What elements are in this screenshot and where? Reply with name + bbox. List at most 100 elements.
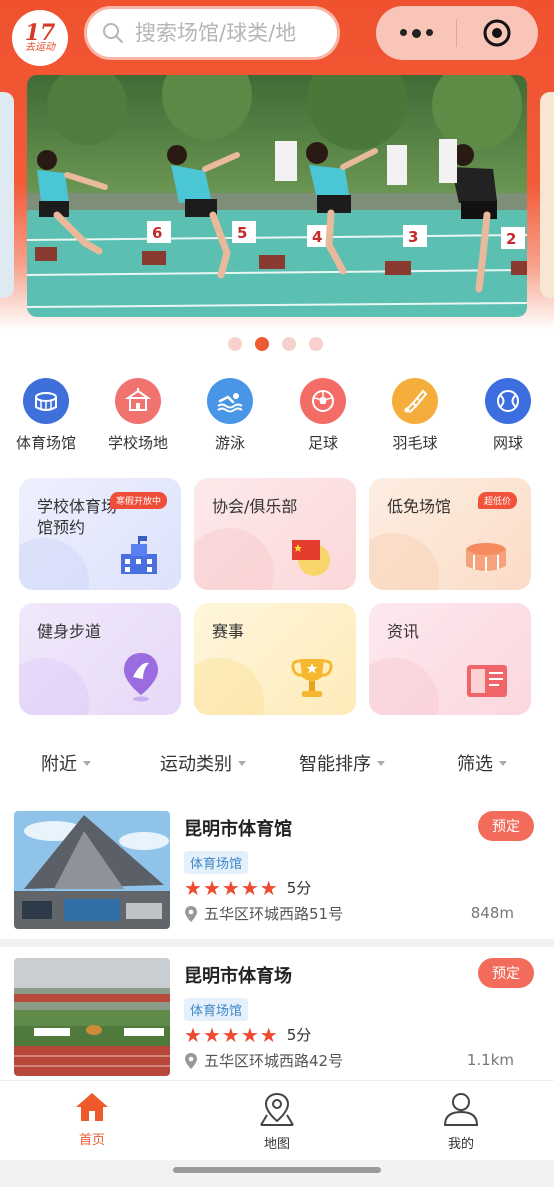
lane-number: 6 bbox=[152, 224, 162, 242]
more-menu-button[interactable] bbox=[376, 28, 456, 38]
tile-decoration bbox=[194, 528, 274, 590]
venue-score: 5分 bbox=[286, 1026, 312, 1044]
star-icon: ★ bbox=[202, 1022, 221, 1047]
tab-label: 地图 bbox=[263, 1137, 290, 1152]
search-input[interactable] bbox=[135, 21, 325, 45]
filter-nearby[interactable]: 附近 bbox=[41, 750, 91, 776]
app-logo[interactable]: 17 去运动 bbox=[12, 10, 68, 66]
home-indicator[interactable] bbox=[173, 1167, 381, 1173]
location-icon bbox=[185, 905, 197, 922]
venue-address: 五华区环城西路42号 bbox=[184, 1050, 343, 1071]
caret-down-icon bbox=[377, 760, 385, 766]
tile-association-club[interactable]: 协会/俱乐部 bbox=[194, 478, 356, 590]
venue-card[interactable]: 昆明市体育馆 体育场馆 ★ ★ ★ ★ ★ 5分 五华区环城西路51号 848m… bbox=[0, 811, 554, 941]
tile-decoration bbox=[369, 533, 439, 590]
tennis-icon bbox=[497, 390, 519, 412]
filter-sport-type[interactable]: 运动类别 bbox=[160, 750, 246, 776]
system-bottom-area bbox=[0, 1160, 554, 1187]
category-item-football[interactable]: 足球 bbox=[277, 378, 369, 453]
venue-card[interactable]: 昆明市体育场 体育场馆 ★ ★ ★ ★ ★ 5分 五华区环城西路42号 1.1k… bbox=[0, 958, 554, 1088]
pager-dot[interactable] bbox=[282, 337, 296, 351]
search-bar[interactable] bbox=[84, 6, 340, 60]
football-icon bbox=[312, 390, 334, 412]
pager-dot-active[interactable] bbox=[255, 337, 269, 351]
header: 17 去运动 bbox=[0, 0, 554, 70]
category-label: 学校场地 bbox=[107, 434, 168, 452]
venue-name: 昆明市体育场 bbox=[184, 966, 292, 987]
star-icon: ★ bbox=[259, 875, 278, 900]
tile-school-booking[interactable]: 学校体育场馆预约 寒假开放中 bbox=[19, 478, 181, 590]
location-pin-icon bbox=[124, 653, 158, 702]
category-item-tennis[interactable]: 网球 bbox=[462, 378, 554, 453]
tile-badge: 寒假开放中 bbox=[109, 492, 167, 509]
tile-decoration bbox=[19, 538, 89, 590]
lane-number: 5 bbox=[237, 224, 247, 242]
logo-number: 17 bbox=[24, 20, 56, 46]
banner-image: 6 5 4 3 2 bbox=[27, 75, 527, 317]
pager-dot[interactable] bbox=[228, 337, 242, 351]
banner-prev-peek[interactable] bbox=[0, 92, 14, 298]
tab-profile[interactable]: 我的 bbox=[416, 1091, 506, 1152]
filter-label: 智能排序 bbox=[299, 754, 371, 775]
category-item-badminton[interactable]: 羽毛球 bbox=[369, 378, 461, 453]
venue-distance: 848m bbox=[470, 904, 514, 922]
tile-title: 赛事 bbox=[212, 622, 245, 641]
tab-home[interactable]: 首页 bbox=[47, 1091, 137, 1148]
category-label: 网球 bbox=[492, 434, 523, 452]
tile-badge: 超低价 bbox=[477, 492, 517, 509]
filter-smart-sort[interactable]: 智能排序 bbox=[299, 750, 385, 776]
filter-screen[interactable]: 筛选 bbox=[457, 750, 507, 776]
banner-carousel[interactable]: 6 5 4 3 2 bbox=[27, 75, 527, 317]
flag-icon bbox=[292, 540, 330, 576]
book-button[interactable]: 预定 bbox=[478, 811, 534, 841]
close-mini-program-button[interactable] bbox=[457, 18, 537, 48]
category-label: 足球 bbox=[307, 434, 338, 452]
star-icon: ★ bbox=[184, 875, 202, 900]
tile-title: 健身步道 bbox=[37, 622, 102, 641]
home-icon bbox=[76, 1093, 108, 1121]
banner-next-peek[interactable] bbox=[540, 92, 554, 298]
venue-score: 5分 bbox=[286, 879, 312, 897]
tile-title: 协会/俱乐部 bbox=[212, 497, 298, 516]
tile-events[interactable]: 赛事 bbox=[194, 603, 356, 715]
category-label: 羽毛球 bbox=[392, 434, 438, 452]
pager-dot[interactable] bbox=[309, 337, 323, 351]
trophy-icon bbox=[291, 659, 333, 697]
tile-fitness-trail[interactable]: 健身步道 bbox=[19, 603, 181, 715]
lane-number: 4 bbox=[312, 228, 322, 246]
venue-rating: ★ ★ ★ ★ ★ 5分 bbox=[184, 1024, 311, 1045]
stadium-icon bbox=[35, 392, 57, 411]
tile-decoration bbox=[19, 658, 89, 715]
filter-label: 筛选 bbox=[457, 754, 493, 775]
school-building-icon bbox=[121, 536, 157, 574]
tile-decoration bbox=[194, 658, 264, 715]
category-item-stadium[interactable]: 体育场馆 bbox=[0, 378, 92, 453]
list-divider bbox=[0, 939, 554, 947]
lane-number: 3 bbox=[408, 228, 418, 246]
more-dot-icon bbox=[425, 28, 433, 36]
category-nav: 体育场馆 学校场地 游泳 足球 羽毛球 网球 bbox=[0, 378, 554, 458]
more-dot-icon bbox=[411, 28, 421, 38]
map-pin-icon bbox=[260, 1092, 294, 1126]
caret-down-icon bbox=[238, 760, 246, 766]
venue-address-text: 五华区环城西路51号 bbox=[204, 905, 344, 923]
user-icon bbox=[443, 1093, 479, 1126]
star-icon: ★ bbox=[221, 1022, 240, 1047]
lane-number: 2 bbox=[506, 230, 516, 248]
category-item-swimming[interactable]: 游泳 bbox=[184, 378, 276, 453]
tile-low-free-venues[interactable]: 低免场馆 超低价 bbox=[369, 478, 531, 590]
filter-bar: 附近 运动类别 智能排序 筛选 bbox=[0, 742, 554, 782]
tab-label: 我的 bbox=[447, 1137, 474, 1152]
star-icon: ★ bbox=[202, 875, 221, 900]
swimming-icon bbox=[217, 393, 243, 413]
venue-photo bbox=[14, 811, 170, 929]
tab-map[interactable]: 地图 bbox=[232, 1091, 322, 1152]
search-icon bbox=[103, 23, 123, 43]
location-icon bbox=[185, 1052, 197, 1069]
category-item-school[interactable]: 学校场地 bbox=[92, 378, 184, 453]
more-dot-icon bbox=[399, 28, 407, 36]
book-button[interactable]: 预定 bbox=[478, 958, 534, 988]
venue-address: 五华区环城西路51号 bbox=[184, 903, 343, 924]
arena-icon bbox=[466, 543, 506, 572]
tile-news[interactable]: 资讯 bbox=[369, 603, 531, 715]
